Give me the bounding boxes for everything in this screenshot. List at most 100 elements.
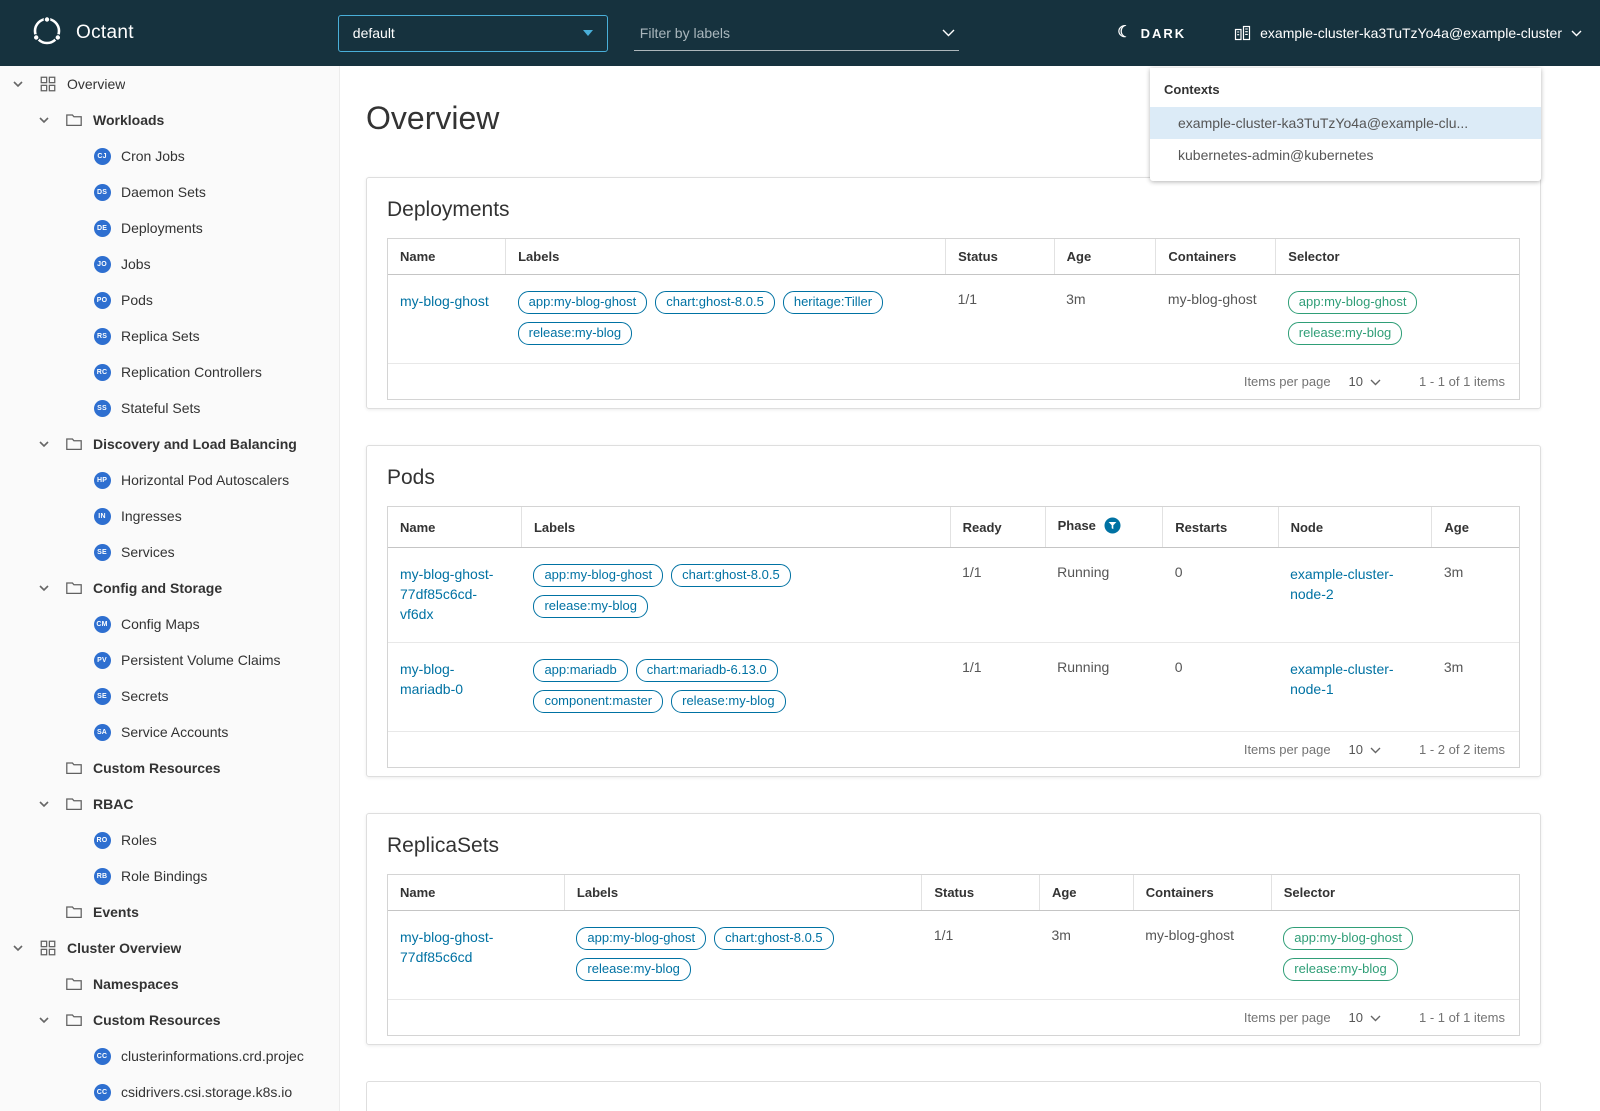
sidebar-item-deployments[interactable]: DE Deployments bbox=[0, 210, 339, 246]
resource-link[interactable]: my-blog-mariadb-0 bbox=[400, 659, 509, 699]
sidebar-item-service-accounts[interactable]: SA Service Accounts bbox=[0, 714, 339, 750]
cell-age: 3m bbox=[1431, 547, 1519, 643]
context-menu-item[interactable]: kubernetes-admin@kubernetes bbox=[1150, 139, 1541, 171]
sidebar-item-jobs[interactable]: JO Jobs bbox=[0, 246, 339, 282]
label-tag: release:my-blog bbox=[517, 322, 633, 345]
label-tag: app:my-blog-ghost bbox=[517, 291, 648, 314]
sidebar-item-custom-resources[interactable]: Custom Resources bbox=[0, 1002, 339, 1038]
page-size-select[interactable]: 10 bbox=[1349, 742, 1381, 757]
theme-toggle-button[interactable]: ☾ DARK bbox=[1111, 24, 1192, 42]
resource-icon: SA bbox=[92, 723, 112, 741]
chevron-down-icon[interactable] bbox=[12, 78, 38, 90]
sidebar-item-stateful-sets[interactable]: SS Stateful Sets bbox=[0, 390, 339, 426]
page-size-select[interactable]: 10 bbox=[1349, 374, 1381, 389]
sidebar-item-discovery-and-load-balancing[interactable]: Discovery and Load Balancing bbox=[0, 426, 339, 462]
sidebar-item-events[interactable]: Events bbox=[0, 894, 339, 930]
sidebar-item-label: Cluster Overview bbox=[67, 940, 182, 956]
chevron-down-icon[interactable] bbox=[38, 114, 64, 126]
page-size-value: 10 bbox=[1348, 742, 1364, 757]
dashboard-icon bbox=[38, 939, 58, 957]
selector-tag: release:my-blog bbox=[1287, 322, 1403, 345]
sidebar-item-replica-sets[interactable]: RS Replica Sets bbox=[0, 318, 339, 354]
chevron-down-icon[interactable] bbox=[38, 798, 64, 810]
namespace-select[interactable]: default bbox=[337, 14, 608, 52]
resource-icon: DS bbox=[92, 183, 112, 201]
chevron-down-icon[interactable] bbox=[942, 29, 955, 37]
label-filter-input[interactable] bbox=[637, 23, 936, 42]
sidebar-item-role-bindings[interactable]: RB Role Bindings bbox=[0, 858, 339, 894]
resource-icon: PV bbox=[92, 651, 112, 669]
sidebar-item-csidrivers-csi-storage-k8s-io[interactable]: CC csidrivers.csi.storage.k8s.io bbox=[0, 1074, 339, 1110]
resource-link[interactable]: my-blog-ghost bbox=[400, 291, 489, 311]
selector-tag: app:my-blog-ghost bbox=[1287, 291, 1418, 314]
column-header-label: Age bbox=[1051, 885, 1077, 900]
sidebar-item-label: Cron Jobs bbox=[121, 148, 185, 164]
label-tag: heritage:Tiller bbox=[782, 291, 884, 314]
sidebar-item-persistent-volume-claims[interactable]: PV Persistent Volume Claims bbox=[0, 642, 339, 678]
node-link[interactable]: example-cluster-node-2 bbox=[1290, 564, 1420, 604]
context-switcher[interactable]: example-cluster-ka3TuTzYo4a@example-clus… bbox=[1234, 25, 1582, 41]
card-deployments: Deployments Name Labels Status Age Containers… bbox=[366, 177, 1541, 409]
sidebar-item-daemon-sets[interactable]: DS Daemon Sets bbox=[0, 174, 339, 210]
sidebar-item-label: Secrets bbox=[121, 688, 169, 704]
sidebar-item-label: Horizontal Pod Autoscalers bbox=[121, 472, 290, 488]
funnel-icon[interactable] bbox=[1104, 517, 1121, 537]
sidebar-item-config-maps[interactable]: CM Config Maps bbox=[0, 606, 339, 642]
sidebar-item-rbac[interactable]: RBAC bbox=[0, 786, 339, 822]
cell-selector: app:my-blog-ghost release:my-blog bbox=[1275, 274, 1519, 364]
column-header-label: Node bbox=[1290, 519, 1324, 535]
folder-icon bbox=[64, 975, 84, 993]
sidebar-item-workloads[interactable]: Workloads bbox=[0, 102, 339, 138]
resource-icon: RO bbox=[92, 831, 112, 849]
cell-node: example-cluster-node-1 bbox=[1278, 642, 1432, 732]
sidebar-item-namespaces[interactable]: Namespaces bbox=[0, 966, 339, 1002]
resource-icon: RS bbox=[92, 327, 112, 345]
folder-icon bbox=[64, 903, 84, 921]
sidebar-item-pods[interactable]: PO Pods bbox=[0, 282, 339, 318]
pagination: Items per page 10 1 - 2 of 2 items bbox=[388, 732, 1519, 767]
chevron-down-icon[interactable] bbox=[38, 438, 64, 450]
sidebar-item-label: Namespaces bbox=[93, 976, 179, 992]
chevron-down-icon[interactable] bbox=[38, 582, 64, 594]
chevron-down-icon bbox=[582, 30, 593, 36]
sidebar-item-config-and-storage[interactable]: Config and Storage bbox=[0, 570, 339, 606]
page-size-select[interactable]: 10 bbox=[1349, 1010, 1381, 1025]
folder-icon bbox=[64, 795, 84, 813]
chevron-down-icon[interactable] bbox=[38, 1014, 64, 1026]
sidebar-item-ingresses[interactable]: IN Ingresses bbox=[0, 498, 339, 534]
label-tag: chart:ghost-8.0.5 bbox=[655, 291, 775, 314]
sidebar-item-overview[interactable]: Overview bbox=[0, 66, 339, 102]
sidebar-item-secrets[interactable]: SE Secrets bbox=[0, 678, 339, 714]
sidebar-item-services[interactable]: SE Services bbox=[0, 534, 339, 570]
chevron-down-icon[interactable] bbox=[12, 942, 38, 954]
sidebar-item-custom-resources[interactable]: Custom Resources bbox=[0, 750, 339, 786]
cell-text: 3m bbox=[1051, 927, 1071, 943]
column-header-label: Status bbox=[934, 885, 975, 900]
items-per-page-label: Items per page bbox=[1243, 742, 1331, 757]
sidebar-item-clusterinformations-crd-projec[interactable]: CC clusterinformations.crd.projec bbox=[0, 1038, 339, 1074]
sidebar-item-cluster-overview[interactable]: Cluster Overview bbox=[0, 930, 339, 966]
label-tags: app:my-blog-ghost chart:ghost-8.0.5 releas… bbox=[576, 927, 909, 981]
sidebar-item-cron-jobs[interactable]: CJ Cron Jobs bbox=[0, 138, 339, 174]
sidebar-item-roles[interactable]: RO Roles bbox=[0, 822, 339, 858]
cell-text: 3m bbox=[1443, 564, 1464, 580]
cell-text: 3m bbox=[1066, 291, 1086, 307]
cell-restarts: 0 bbox=[1162, 547, 1279, 643]
resource-link[interactable]: my-blog-ghost-77df85c6cd-vf6dx bbox=[400, 564, 509, 624]
sidebar-item-label: Ingresses bbox=[121, 508, 182, 524]
label-tag: app:mariadb bbox=[533, 659, 628, 682]
context-menu-item[interactable]: example-cluster-ka3TuTzYo4a@example-clu.… bbox=[1150, 107, 1541, 139]
page-size-value: 10 bbox=[1348, 374, 1364, 389]
column-header-label: Ready bbox=[962, 519, 1002, 535]
resource-link[interactable]: my-blog-ghost-77df85c6cd bbox=[400, 927, 552, 967]
cell-age: 3m bbox=[1039, 910, 1134, 1000]
sidebar-item-label: Pods bbox=[121, 292, 153, 308]
sidebar-item-replication-controllers[interactable]: RC Replication Controllers bbox=[0, 354, 339, 390]
cell-text: 0 bbox=[1174, 659, 1183, 675]
cards-container: Deployments Name Labels Status Age Containers… bbox=[366, 177, 1541, 1045]
sidebar-item-label: RBAC bbox=[93, 796, 134, 812]
sidebar-item-horizontal-pod-autoscalers[interactable]: HP Horizontal Pod Autoscalers bbox=[0, 462, 339, 498]
column-header-label: Name bbox=[400, 885, 436, 900]
node-link[interactable]: example-cluster-node-1 bbox=[1290, 659, 1420, 699]
pagination-range: 1 - 1 of 1 items bbox=[1419, 374, 1505, 389]
